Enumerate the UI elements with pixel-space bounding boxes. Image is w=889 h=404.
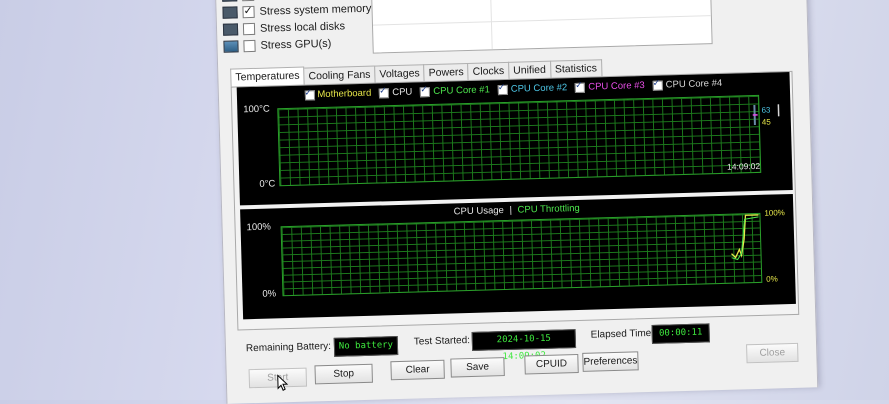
temperature-grid [277,94,762,187]
stress-checkbox[interactable] [241,0,255,2]
cpuid-button[interactable]: CPUID [524,353,579,375]
usage-right-min-label: 0% [766,274,778,284]
temp-y-min-label: 0°C [259,178,276,190]
mouse-cursor-icon [277,374,289,391]
usage-right-max-label: 100% [764,208,785,218]
cache-icon [221,0,238,2]
stress-checkbox[interactable] [242,22,256,36]
cpu-usage-graph: CPU Usage | CPU Throttling 100% 0% 100% … [240,193,796,320]
close-button[interactable]: Close [746,342,799,364]
elapsed-time-label: Elapsed Time: [590,327,655,341]
stress-checkbox[interactable] [243,39,256,53]
legend-checkbox[interactable] [420,86,431,97]
temp-legend-item[interactable]: CPU Core #1 [420,84,490,97]
stress-info-box [370,0,713,54]
memory-icon [222,6,238,19]
usage-y-min-label: 0% [262,288,277,300]
temp-legend-item[interactable]: CPU [379,87,412,99]
stop-button[interactable]: Stop [314,363,373,385]
usage-legend-cpu-usage: CPU Usage [453,205,505,218]
stress-option-label: Stress cache [259,0,323,1]
gpu-icon [223,40,239,53]
graph-panel: Motherboard CPU CPU Core #1 CPU Core #2 CPU … [230,70,800,331]
stress-option-label: Stress local disks [259,20,346,35]
battery-label: Remaining Battery: [245,340,332,355]
temp-legend-label: CPU [392,86,413,99]
stability-test-window: Stress cacheStress system memory Stress l… [215,0,819,404]
usage-y-max-label: 100% [246,221,272,234]
clear-button[interactable]: Clear [390,359,445,381]
test-started-value: 2024-10-15 14:09:02 [471,329,577,362]
legend-checkbox[interactable] [652,80,663,91]
temp-legend-item[interactable]: CPU Core #3 [575,80,645,93]
legend-checkbox[interactable] [575,82,586,93]
temp-legend-label: CPU Core #2 [510,82,568,95]
temp-legend-item[interactable]: CPU Core #4 [652,77,723,91]
battery-value: No battery [333,336,399,357]
stress-option-label: Stress GPU(s) [260,37,332,52]
stress-option-row[interactable]: Stress system memory [222,2,372,19]
usage-grid [280,212,763,297]
usage-trace [731,214,759,261]
disk-icon [222,23,239,36]
usage-legend-separator: | [509,204,513,216]
temp-legend-label: Motherboard [317,87,372,101]
stress-option-row[interactable]: Stress local disks [222,20,346,36]
stress-checkbox[interactable] [242,5,255,19]
legend-checkbox[interactable] [497,84,508,95]
stress-option-row[interactable]: Stress cache [221,0,323,2]
temp-legend-label: CPU Core #3 [588,80,645,93]
temp-y-max-label: 100°C [243,103,270,116]
temp-legend-label: CPU Core #4 [665,77,723,91]
test-started-label: Test Started: [413,335,471,348]
temp-trace-markers [752,104,780,126]
elapsed-time-value: 00:00:11 [651,323,710,344]
save-button[interactable]: Save [450,357,505,378]
usage-legend-cpu-throttling: CPU Throttling [517,202,580,216]
preferences-button[interactable]: Preferences [582,351,639,372]
legend-checkbox[interactable] [304,89,315,101]
temp-legend-label: CPU Core #1 [433,84,490,97]
temp-legend-item[interactable]: Motherboard [304,88,371,101]
stress-option-row[interactable]: Stress GPU(s) [223,37,332,53]
stress-option-label: Stress system memory [259,2,372,18]
tab-temperatures[interactable]: Temperatures [230,66,305,87]
temperature-graph: Motherboard CPU CPU Core #1 CPU Core #2 CPU … [236,71,793,206]
legend-checkbox[interactable] [379,87,390,98]
temp-timestamp: 14:09:02 [726,160,761,172]
temp-legend-item[interactable]: CPU Core #2 [497,82,568,95]
